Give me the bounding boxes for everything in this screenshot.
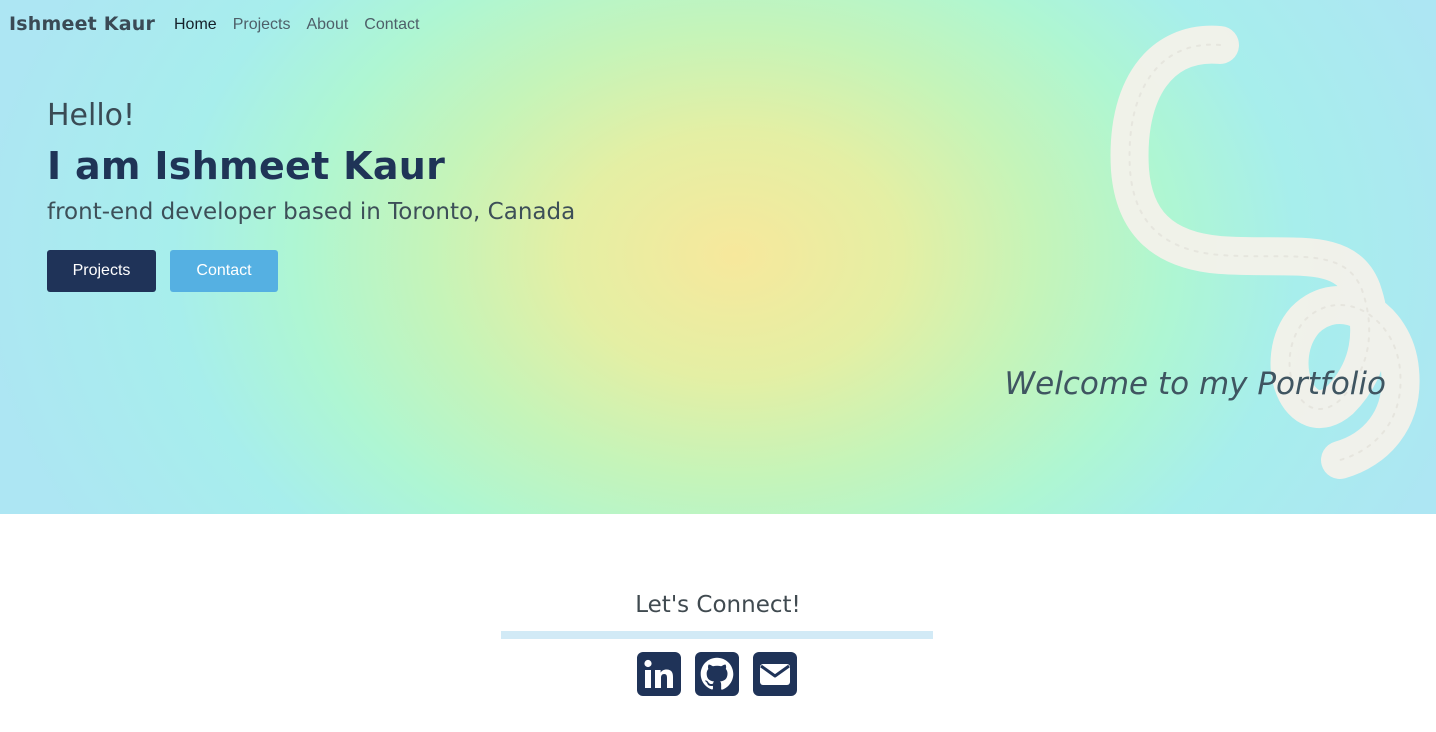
projects-button[interactable]: Projects bbox=[47, 250, 156, 292]
connect-title: Let's Connect! bbox=[635, 592, 801, 618]
linkedin-glyph bbox=[644, 659, 673, 688]
nav-link-contact[interactable]: Contact bbox=[364, 16, 419, 34]
social-links bbox=[637, 652, 797, 696]
hero-tagline: front-end developer based in Toronto, Ca… bbox=[47, 199, 576, 225]
github-icon[interactable] bbox=[695, 652, 739, 696]
linkedin-icon[interactable] bbox=[637, 652, 681, 696]
connect-section: Let's Connect! bbox=[0, 514, 1436, 732]
nav-link-projects[interactable]: Projects bbox=[233, 16, 291, 34]
brand-logo[interactable]: Ishmeet Kaur bbox=[9, 13, 155, 35]
hero-section: Ishmeet Kaur Home Projects About Contact… bbox=[0, 0, 1436, 514]
envelope-icon[interactable] bbox=[753, 652, 797, 696]
nav-link-about[interactable]: About bbox=[306, 16, 348, 34]
hero-greeting: Hello! bbox=[47, 98, 136, 133]
connect-divider bbox=[501, 631, 933, 639]
contact-button[interactable]: Contact bbox=[170, 250, 278, 292]
nav-links: Home Projects About Contact bbox=[174, 16, 435, 34]
brush-stroke-decoration bbox=[1110, 25, 1420, 479]
hero-name: I am Ishmeet Kaur bbox=[47, 144, 446, 188]
github-glyph bbox=[700, 657, 734, 690]
welcome-text: Welcome to my Portfolio bbox=[1004, 366, 1386, 402]
nav-link-home[interactable]: Home bbox=[174, 16, 217, 34]
envelope-glyph bbox=[760, 664, 790, 685]
